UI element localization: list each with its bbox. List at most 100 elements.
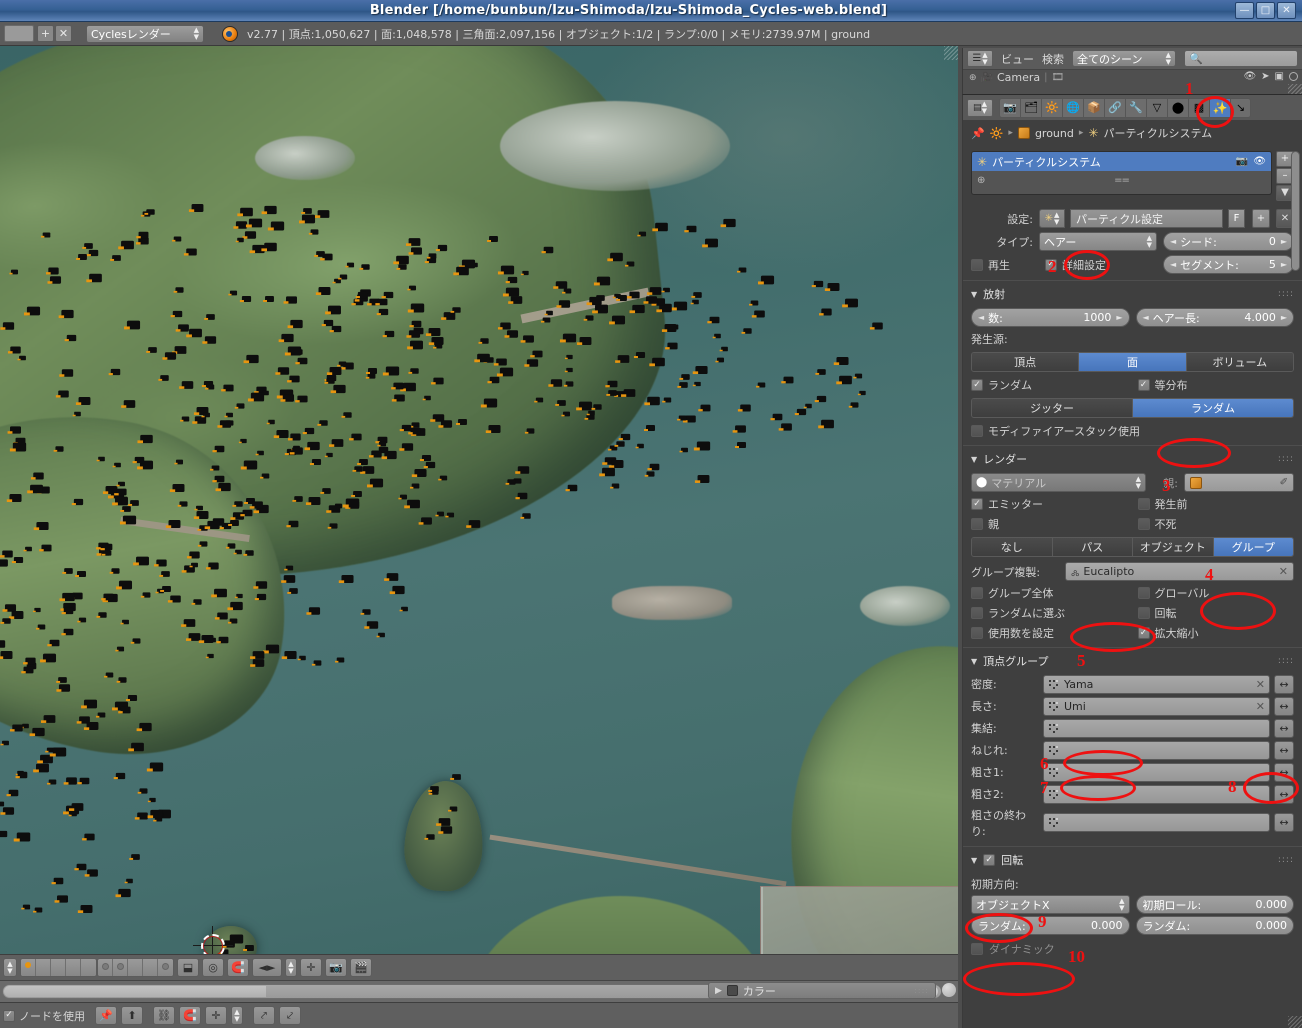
- render-as-none-button[interactable]: なし: [972, 538, 1053, 556]
- outliner-corner-grip[interactable]: [1288, 84, 1302, 94]
- unborn-checkbox[interactable]: ✓: [1137, 498, 1150, 510]
- regen-checkbox[interactable]: ✓: [971, 258, 983, 271]
- collapse-triangle-icon[interactable]: ▼: [971, 290, 977, 299]
- rotation-panel-header[interactable]: ▼ ✓ 回転 ::::: [963, 846, 1302, 872]
- tab-material[interactable]: ⬤: [1167, 97, 1188, 118]
- new-particle-settings-button[interactable]: +: [1252, 209, 1270, 228]
- died-checkbox[interactable]: ✓: [1137, 518, 1150, 530]
- density-vertex-group-field[interactable]: Yama ✕: [1043, 674, 1270, 694]
- regen-checkbox-group[interactable]: ✓ 再生: [971, 257, 1039, 273]
- global-checkbox[interactable]: ✓: [1137, 587, 1150, 599]
- eyedropper-icon[interactable]: ✐: [1280, 477, 1288, 488]
- tab-world[interactable]: 🌐: [1062, 97, 1083, 118]
- particle-system-list-empty-row[interactable]: ⊕ ==: [972, 171, 1271, 189]
- render-as-group-button[interactable]: グループ: [1213, 538, 1293, 556]
- close-button[interactable]: ✕: [1277, 2, 1296, 19]
- tab-physics[interactable]: ↘: [1230, 97, 1251, 118]
- render-panel-header[interactable]: ▼ レンダー ::::: [963, 445, 1302, 471]
- tab-render[interactable]: 📷: [999, 97, 1020, 118]
- expand-plus-icon[interactable]: ⊕: [969, 73, 977, 83]
- parents-checkbox-group[interactable]: ✓ 親: [971, 516, 1128, 532]
- random-orientation-field[interactable]: ランダム: 0.000: [971, 916, 1130, 935]
- transform-orientation-icon[interactable]: ⬓: [177, 958, 199, 977]
- search-input[interactable]: 🔍: [1184, 50, 1298, 67]
- emit-from-segmented-control[interactable]: 頂点 面 ボリューム: [971, 352, 1294, 372]
- pivot-point-icon[interactable]: ◎: [202, 958, 224, 977]
- collapse-triangle-icon[interactable]: ▼: [971, 856, 977, 865]
- node-snap-icon[interactable]: ⛓: [153, 1006, 175, 1025]
- material-slot-dropdown[interactable]: ⬤ マテリアル ▲ ▼: [971, 473, 1146, 492]
- orientation-axis-dropdown[interactable]: オブジェクトX ▲ ▼: [971, 895, 1130, 914]
- dupli-group-field[interactable]: 🝆 Eucalipto ✕: [1065, 562, 1294, 581]
- collapse-triangle-icon[interactable]: ▼: [971, 455, 977, 464]
- tab-constraints[interactable]: 🔗: [1104, 97, 1125, 118]
- render-as-path-button[interactable]: パス: [1052, 538, 1133, 556]
- render-toggle-icon[interactable]: 📷: [1236, 156, 1248, 167]
- copy-node-icon[interactable]: ⤤: [253, 1006, 275, 1025]
- tab-texture[interactable]: ▩: [1188, 97, 1209, 118]
- outliner-editor-type-button[interactable]: ☰ ▲ ▼: [967, 50, 993, 67]
- advanced-checkbox-group[interactable]: ✓ 詳細設定: [1045, 257, 1157, 273]
- segments-number-field[interactable]: ◄ セグメント: 5 ►: [1163, 255, 1294, 274]
- emitter-checkbox[interactable]: ✓: [971, 498, 983, 510]
- group-rotation-checkbox-group[interactable]: ✓ 回転: [1137, 605, 1295, 621]
- snap-element-icon[interactable]: ✛: [205, 1006, 227, 1025]
- go-to-parent-icon[interactable]: ⬆: [121, 1006, 143, 1025]
- grip-dots-icon[interactable]: ::::: [1278, 656, 1294, 666]
- clear-dupli-group-icon[interactable]: ✕: [1279, 565, 1288, 578]
- layer-cell[interactable]: [66, 959, 81, 976]
- paste-node-icon[interactable]: ⤦: [279, 1006, 301, 1025]
- particle-system-list[interactable]: ✳ パーティクルシステム 📷 👁 ⊕ ==: [971, 151, 1272, 195]
- use-count-checkbox-group[interactable]: ✓ 使用数を設定: [971, 625, 1128, 641]
- particle-settings-name-field[interactable]: パーティクル設定: [1070, 209, 1223, 228]
- add-render-marker-icon[interactable]: 📷: [325, 958, 347, 977]
- remove-scene-button[interactable]: ✕: [55, 25, 72, 42]
- magnet-snap-icon[interactable]: 🧲: [227, 958, 249, 977]
- fake-user-button[interactable]: F: [1228, 209, 1245, 228]
- died-checkbox-group[interactable]: ✓ 不死: [1137, 516, 1295, 532]
- grip-dots-icon[interactable]: ::::: [1278, 454, 1294, 464]
- browse-particle-settings-button[interactable]: ✳ ▲ ▼: [1039, 209, 1065, 228]
- render-as-segmented-control[interactable]: なし パス オブジェクト グループ: [971, 537, 1294, 557]
- timeline-scrollbar-thumb[interactable]: [4, 986, 266, 997]
- layer-cell[interactable]: [21, 959, 36, 976]
- viewport-visibility-icon[interactable]: 👁: [1253, 156, 1266, 167]
- whole-group-checkbox-group[interactable]: ✓ グループ全体: [971, 585, 1128, 601]
- scale-checkbox[interactable]: ✓: [1137, 627, 1150, 639]
- render-clapper-icon[interactable]: 🎬: [350, 958, 372, 977]
- parents-checkbox[interactable]: ✓: [971, 518, 983, 530]
- emit-from-verts-button[interactable]: 頂点: [972, 353, 1080, 371]
- distribution-random-button[interactable]: ランダム: [1133, 399, 1293, 417]
- eye-icon[interactable]: 👁: [1243, 71, 1256, 82]
- render-as-object-button[interactable]: オブジェクト: [1133, 538, 1214, 556]
- emit-from-volume-button[interactable]: ボリューム: [1186, 353, 1293, 371]
- properties-corner-grip[interactable]: [1288, 1016, 1302, 1028]
- properties-editor-type-button[interactable]: ▤ ▲ ▼: [967, 98, 993, 117]
- breadcrumb-particle-name[interactable]: パーティクルシステム: [1103, 125, 1212, 141]
- breadcrumb-object-name[interactable]: ground: [1035, 127, 1074, 140]
- phase-random-field[interactable]: ランダム: 0.000: [1135, 916, 1294, 935]
- menu-view[interactable]: ビュー: [1001, 51, 1034, 67]
- hair-length-number-field[interactable]: ◄ ヘアー長: 4.000 ►: [1135, 308, 1294, 327]
- tab-scene[interactable]: 🔆: [1041, 97, 1062, 118]
- emit-from-faces-button[interactable]: 面: [1079, 353, 1187, 371]
- tab-render-layers[interactable]: 🗂: [1020, 97, 1041, 118]
- kink-invert-button[interactable]: ↔: [1274, 740, 1294, 760]
- magnet-snap-icon[interactable]: 🧲: [179, 1006, 201, 1025]
- layer-cell[interactable]: [113, 959, 128, 976]
- increment-arrow-icon[interactable]: ►: [1276, 237, 1287, 246]
- maximize-button[interactable]: □: [1256, 2, 1275, 19]
- distribution-segmented-control[interactable]: ジッター ランダム: [971, 398, 1294, 418]
- layer-cell[interactable]: [36, 959, 51, 976]
- tab-modifiers[interactable]: 🔧: [1125, 97, 1146, 118]
- render-engine-dropdown[interactable]: Cyclesレンダー ▲ ▼: [86, 24, 204, 43]
- kink-vertex-group-field[interactable]: [1043, 740, 1270, 760]
- grip-dots-icon[interactable]: ::::: [1278, 289, 1294, 299]
- layer-cell[interactable]: [81, 959, 96, 976]
- editor-type-button[interactable]: ▲ ▼: [3, 958, 17, 977]
- distribution-jittered-button[interactable]: ジッター: [972, 399, 1133, 417]
- vertex-groups-panel-header[interactable]: ▼ 頂点グループ ::::: [963, 647, 1302, 673]
- clump-invert-button[interactable]: ↔: [1274, 718, 1294, 738]
- whole-group-checkbox[interactable]: ✓: [971, 587, 983, 599]
- layer-cell[interactable]: [128, 959, 143, 976]
